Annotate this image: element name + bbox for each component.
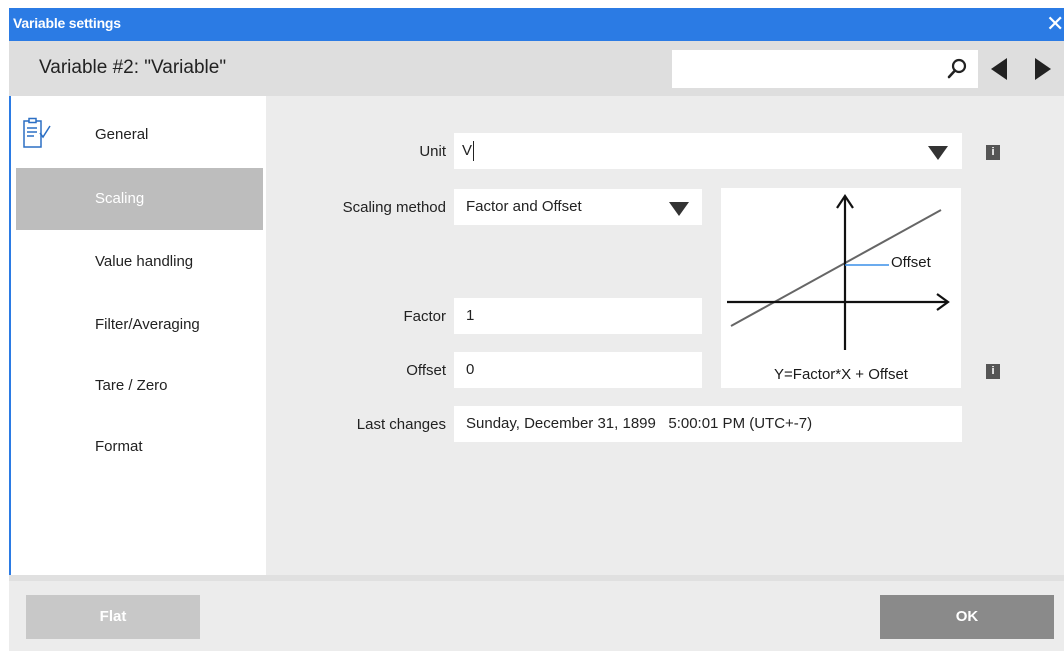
sidebar-item-label: General (95, 126, 149, 143)
factor-field[interactable]: 1 (454, 298, 702, 334)
factor-value: 1 (466, 307, 475, 324)
accent-bar (9, 96, 11, 651)
factor-label: Factor (403, 308, 446, 325)
unit-combobox[interactable]: V (454, 133, 962, 169)
sidebar-item-tare-zero[interactable]: Tare / Zero (16, 355, 263, 417)
offset-field[interactable]: 0 (454, 352, 702, 388)
scaling-panel: Unit V i Scaling method Factor and Offse… (266, 96, 1064, 575)
chevron-down-icon[interactable] (669, 202, 689, 216)
scaling-diagram: Offset Y=Factor*X + Offset (721, 188, 961, 388)
flat-button[interactable]: Flat (26, 595, 200, 639)
variable-settings-dialog: Variable settings ✕ Variable #2: "Variab… (9, 8, 1064, 651)
unit-label: Unit (419, 143, 446, 160)
search-input[interactable] (672, 50, 938, 88)
dialog-title: Variable settings (13, 15, 121, 31)
sidebar: General Scaling Value handling Filter/Av… (9, 96, 266, 575)
offset-value: 0 (466, 361, 475, 378)
offset-label: Offset (406, 362, 446, 379)
variable-title: Variable #2: "Variable" (39, 57, 227, 78)
search-box (672, 50, 978, 88)
ok-button[interactable]: OK (880, 595, 1054, 639)
close-icon[interactable]: ✕ (1046, 12, 1064, 36)
diagram-offset-label: Offset (891, 254, 931, 271)
unit-value: V (462, 142, 473, 159)
text-cursor (473, 141, 474, 161)
scaling-method-label: Scaling method (342, 199, 446, 216)
previous-arrow-icon[interactable] (989, 56, 1009, 82)
sidebar-item-label: Value handling (95, 253, 194, 270)
unit-info-icon[interactable]: i (986, 145, 1000, 160)
last-changes-label: Last changes (356, 416, 446, 433)
footer: Flat OK (9, 581, 1064, 651)
scaling-graph (727, 194, 950, 350)
sidebar-item-format[interactable]: Format (16, 416, 263, 478)
formula-info-icon[interactable]: i (986, 364, 1000, 379)
title-bar: Variable settings ✕ (9, 8, 1064, 41)
chevron-down-icon[interactable] (928, 146, 948, 160)
scaling-method-select[interactable]: Factor and Offset (454, 189, 702, 225)
diagram-formula: Y=Factor*X + Offset (774, 366, 908, 383)
last-changes-value: Sunday, December 31, 1899 5:00:01 PM (UT… (466, 415, 813, 432)
sidebar-item-filter-averaging[interactable]: Filter/Averaging (16, 294, 263, 356)
sidebar-item-label: Scaling (95, 190, 145, 207)
last-changes-field: Sunday, December 31, 1899 5:00:01 PM (UT… (454, 406, 962, 442)
sidebar-item-value-handling[interactable]: Value handling (16, 231, 263, 293)
sidebar-item-label: Format (95, 438, 143, 455)
sidebar-item-scaling[interactable]: Scaling (16, 168, 263, 230)
sidebar-item-label: Tare / Zero (95, 377, 168, 394)
next-arrow-icon[interactable] (1033, 56, 1053, 82)
sidebar-item-label: Filter/Averaging (95, 316, 200, 333)
search-icon[interactable] (946, 57, 968, 81)
header: Variable #2: "Variable" (9, 41, 1064, 96)
clipboard-check-icon (23, 117, 51, 148)
scaling-method-value: Factor and Offset (466, 198, 582, 215)
sidebar-item-general[interactable]: General (16, 104, 263, 166)
